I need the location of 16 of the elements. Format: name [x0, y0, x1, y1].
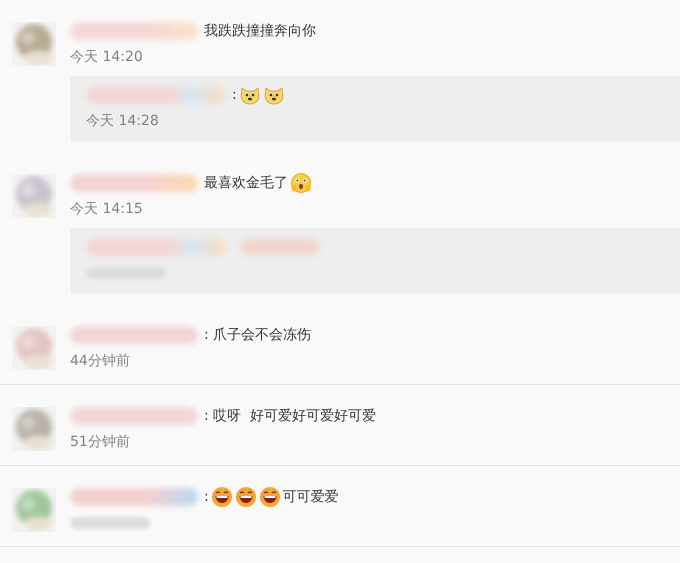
comment-text: : 爪子会不会冻伤 — [204, 326, 312, 344]
shocked-face-icon — [290, 172, 312, 194]
comment-text: 我跌跌撞撞奔向你 — [204, 22, 316, 40]
timestamp: 今天 14:15 — [70, 200, 143, 218]
laughing-face-icon — [258, 486, 281, 508]
timestamp: 51分钟前 — [70, 433, 130, 451]
timestamp: 今天 14:28 — [86, 112, 159, 130]
timestamp: 今天 14:20 — [70, 48, 143, 66]
laughing-face-icon — [234, 486, 257, 508]
reply-text: : — [232, 87, 237, 103]
comment-text: 最喜欢金毛了 — [204, 174, 288, 192]
comment-text: : 哎呀 好可爱好可爱好可爱 — [204, 407, 376, 425]
comment-text: 可可爱爱 — [282, 488, 339, 506]
laughing-face-icon — [210, 486, 233, 508]
timestamp: 44分钟前 — [70, 352, 130, 370]
comment-text: : — [204, 489, 209, 505]
